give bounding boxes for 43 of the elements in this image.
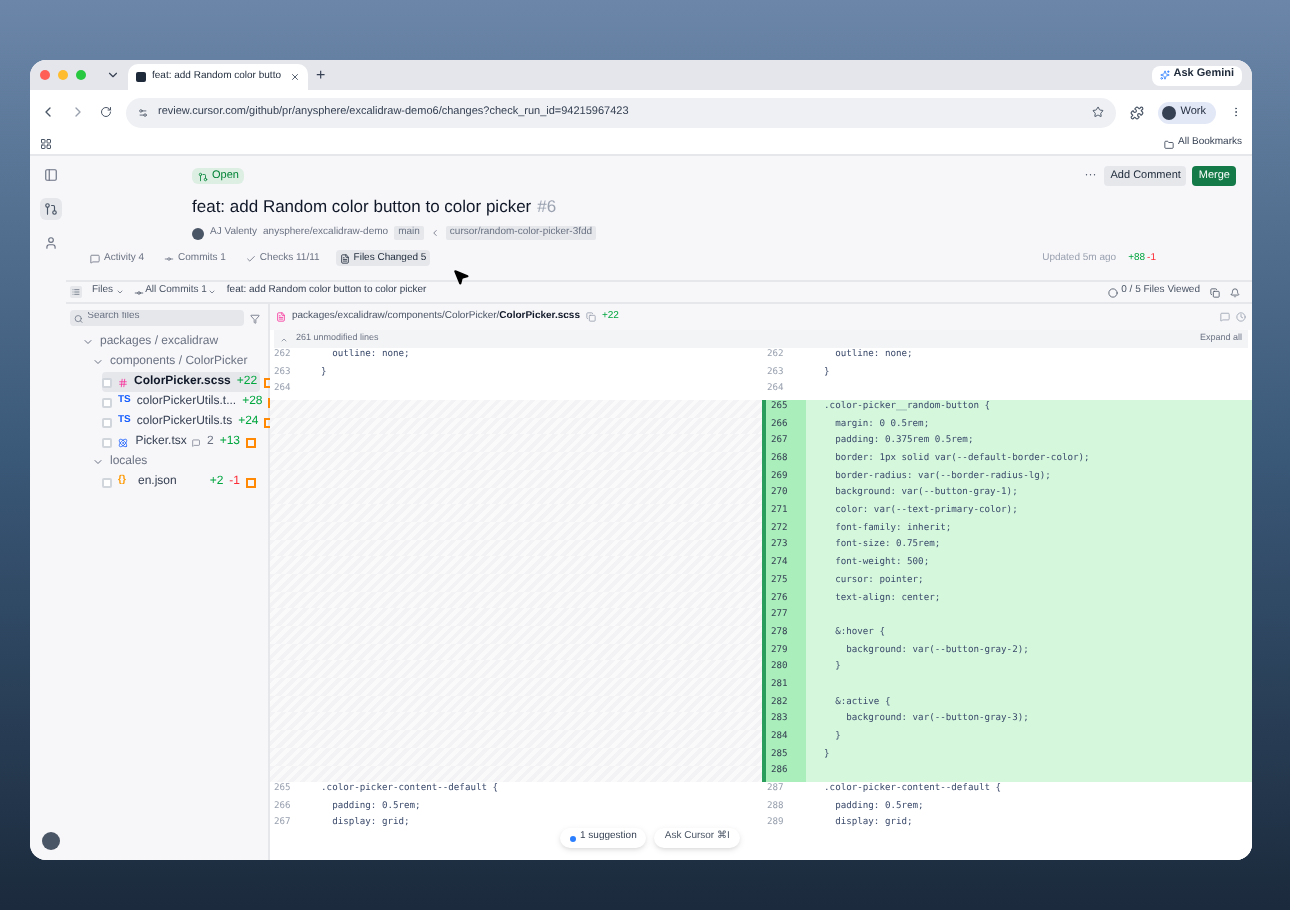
pull-request-icon[interactable] xyxy=(39,198,61,220)
atom-icon xyxy=(118,437,128,447)
diff-square-icon xyxy=(246,477,256,487)
site-icon xyxy=(136,72,146,82)
pr-number: #6 xyxy=(537,194,557,220)
comment-icon xyxy=(192,437,201,447)
back-icon[interactable] xyxy=(40,104,56,120)
new-tab-button[interactable]: + xyxy=(316,63,326,87)
checkbox[interactable] xyxy=(102,477,112,487)
person-icon[interactable] xyxy=(43,236,57,250)
copy-icon[interactable] xyxy=(585,312,596,322)
extensions-icon[interactable] xyxy=(1130,105,1145,119)
notification-icon[interactable] xyxy=(1230,287,1240,297)
diff-square-icon xyxy=(246,437,256,447)
copy-icon[interactable] xyxy=(1210,287,1220,297)
tab-list-icon[interactable] xyxy=(106,68,120,82)
list-icon[interactable] xyxy=(70,286,82,298)
speech-bubble-icon xyxy=(90,253,100,264)
folder-icon xyxy=(1164,139,1175,149)
commit-icon xyxy=(133,287,144,297)
forward-icon[interactable] xyxy=(70,104,86,120)
sparkle-icon xyxy=(1159,70,1170,80)
checkbox[interactable] xyxy=(102,437,112,447)
sidebar-toggle-icon[interactable] xyxy=(43,168,57,182)
check-icon xyxy=(245,253,256,264)
site-settings-icon xyxy=(138,107,148,117)
circle-icon xyxy=(1107,287,1118,297)
pr-title: feat: add Random color button to color picker xyxy=(192,194,532,220)
checkbox[interactable] xyxy=(102,377,112,387)
history-icon[interactable] xyxy=(1236,312,1246,322)
filter-icon[interactable] xyxy=(250,313,260,323)
file-icon xyxy=(339,253,350,264)
bookmark-star-icon[interactable] xyxy=(1092,106,1105,118)
file-icon xyxy=(276,312,286,322)
mouse-pointer-icon xyxy=(452,268,470,286)
checkbox[interactable] xyxy=(102,397,112,407)
apps-icon[interactable] xyxy=(40,138,52,150)
reload-icon[interactable] xyxy=(100,106,112,118)
hash-icon xyxy=(118,377,128,387)
search-icon xyxy=(74,313,84,323)
comment-icon[interactable] xyxy=(1220,312,1230,322)
commit-icon xyxy=(164,253,175,264)
checkbox[interactable] xyxy=(102,417,112,427)
